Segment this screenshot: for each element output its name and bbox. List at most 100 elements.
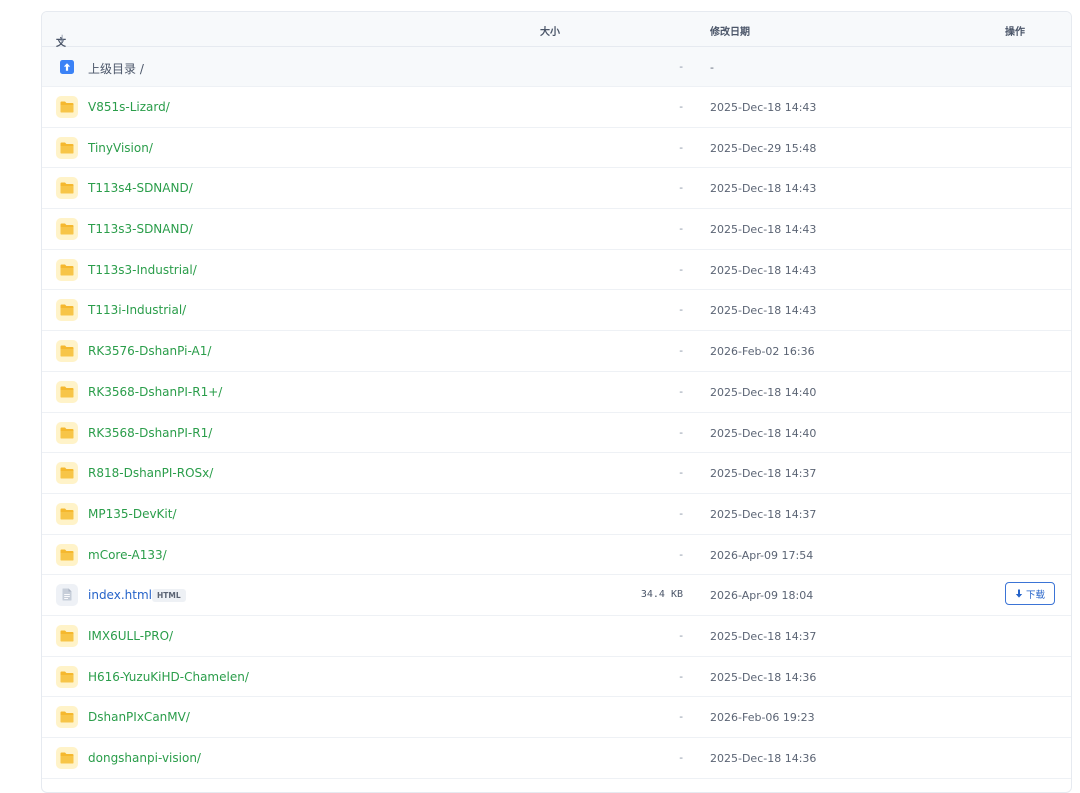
folder-icon [56,502,78,525]
size-cell: - [679,507,683,520]
size-cell: - [679,304,683,317]
size-cell: - [679,345,683,358]
size-cell: - [679,101,683,113]
folder-icon [56,96,78,118]
parent-date: - [710,61,714,74]
folder-icon [56,177,78,200]
parent-directory-row[interactable]: 上级目录 / - - [42,47,1071,87]
size-cell: - [679,223,683,236]
folder-row[interactable]: T113s3-Industrial/ - 2025-Dec-18 14:43 [42,250,1071,291]
folder-icon [56,380,78,403]
file-rows: V851s-Lizard/ - 2025-Dec-18 14:43 TinyVisio… [42,87,1071,779]
folder-row[interactable]: T113s3-SDNAND/ - 2025-Dec-18 14:43 [42,209,1071,250]
folder-icon [56,706,78,729]
folder-row[interactable]: mCore-A133/ - 2026-Apr-09 17:54 [42,535,1071,576]
file-type-badge: HTML [152,589,186,603]
date-cell: 2025-Dec-18 14:36 [710,752,817,765]
size-cell: 34.4 KB [640,589,683,601]
folder-link[interactable]: T113s3-SDNAND/ [88,222,193,236]
column-header-size[interactable]: 大小 [540,23,560,38]
date-cell: 2025-Dec-18 14:40 [710,426,817,440]
date-cell: 2025-Dec-18 14:40 [710,385,817,399]
folder-row[interactable]: RK3568-DshanPI-R1/ - 2025-Dec-18 14:40 [42,413,1071,454]
column-header-modified[interactable]: 修改日期 [710,23,750,38]
folder-icon [56,421,78,444]
folder-link[interactable]: MP135-DevKit/ [88,507,177,521]
date-cell: 2025-Dec-18 14:37 [710,467,817,481]
folder-row[interactable]: RK3576-DshanPi-A1/ - 2026-Feb-02 16:36 [42,331,1071,372]
folder-link[interactable]: TinyVision/ [88,141,153,155]
file-row[interactable]: index.html HTML 34.4 KB 2026-Apr-09 18:04 下载 [42,575,1071,616]
size-cell: - [679,141,683,154]
date-cell: 2025-Dec-18 14:37 [710,629,817,643]
folder-link[interactable]: R818-DshanPI-ROSx/ [88,466,213,480]
folder-row[interactable]: MP135-DevKit/ - 2025-Dec-18 14:37 [42,494,1071,535]
folder-row[interactable]: T113s4-SDNAND/ - 2025-Dec-18 14:43 [42,168,1071,210]
folder-icon [56,136,78,159]
folder-icon [56,340,78,363]
folder-link[interactable]: T113s4-SDNAND/ [88,181,193,195]
folder-icon [56,218,78,241]
folder-row[interactable]: RK3568-DshanPI-R1+/ - 2025-Dec-18 14:40 [42,372,1071,413]
folder-link[interactable]: T113i-Industrial/ [88,303,186,317]
size-cell: - [679,263,683,276]
size-cell: - [679,629,683,642]
folder-row[interactable]: DshanPIxCanMV/ - 2026-Feb-06 19:23 [42,697,1071,738]
folder-icon [56,462,78,485]
date-cell: 2025-Dec-18 14:36 [710,670,817,684]
folder-icon [56,665,78,688]
date-cell: 2025-Dec-29 15:48 [710,141,817,155]
folder-row[interactable]: TinyVision/ - 2025-Dec-29 15:48 [42,128,1071,169]
folder-link[interactable]: IMX6ULL-PRO/ [88,629,173,643]
size-cell: - [679,426,683,439]
folder-link[interactable]: dongshanpi-vision/ [88,751,201,765]
folder-row[interactable]: T113i-Industrial/ - 2025-Dec-18 14:43 [42,290,1071,332]
folder-link[interactable]: mCore-A133/ [88,548,167,562]
date-cell: 2026-Apr-09 17:54 [710,548,814,562]
parent-size: - [679,61,683,73]
folder-link[interactable]: V851s-Lizard/ [88,100,170,114]
folder-link[interactable]: H616-YuzuKiHD-Chamelen/ [88,670,249,684]
arrow-up-icon [56,56,78,78]
download-label: 下载 [1025,589,1045,601]
folder-link[interactable]: RK3568-DshanPI-R1+/ [88,385,222,399]
folder-icon [56,624,78,647]
file-icon [56,584,78,607]
folder-link[interactable]: RK3576-DshanPi-A1/ [88,344,211,358]
folder-link[interactable]: RK3568-DshanPI-R1/ [88,426,212,440]
folder-link[interactable]: T113s3-Industrial/ [88,263,197,277]
size-cell: - [679,670,683,683]
size-cell: - [679,182,683,195]
file-listing-table: 文件名↓ 大小 修改日期 操作 上级目录 / - - V851s-Lizard/… [41,11,1072,793]
date-cell: 2025-Dec-18 14:43 [710,263,817,277]
folder-row[interactable]: dongshanpi-vision/ - 2025-Dec-18 14:36 [42,738,1071,779]
date-cell: 2025-Dec-18 14:43 [710,101,817,114]
folder-icon [56,258,78,281]
date-cell: 2025-Dec-18 14:43 [710,223,817,237]
date-cell: 2026-Feb-06 19:23 [710,711,815,725]
date-cell: 2026-Feb-02 16:36 [710,345,815,359]
sort-arrow-icon: ↓ [58,34,67,45]
folder-row[interactable]: IMX6ULL-PRO/ - 2025-Dec-18 14:37 [42,616,1071,657]
download-icon [1015,589,1023,599]
file-link[interactable]: index.html [88,588,152,602]
download-button[interactable]: 下载 [1005,582,1055,606]
folder-icon [56,299,78,322]
size-cell: - [679,385,683,398]
column-header-action: 操作 [1005,27,1025,38]
date-cell: 2026-Apr-09 18:04 [710,589,814,603]
size-cell: - [679,548,683,561]
folder-row[interactable]: H616-YuzuKiHD-Chamelen/ - 2025-Dec-18 14:3… [42,657,1071,698]
size-cell: - [679,752,683,764]
folder-icon [56,543,78,566]
folder-link[interactable]: DshanPIxCanMV/ [88,710,190,724]
size-cell: - [679,467,683,480]
folder-row[interactable]: V851s-Lizard/ - 2025-Dec-18 14:43 [42,87,1071,128]
date-cell: 2025-Dec-18 14:43 [710,182,817,196]
table-header: 文件名↓ 大小 修改日期 操作 [42,12,1071,79]
size-cell: - [679,711,683,724]
folder-icon [56,747,78,769]
folder-row[interactable]: R818-DshanPI-ROSx/ - 2025-Dec-18 14:37 [42,453,1071,494]
date-cell: 2025-Dec-18 14:43 [710,304,817,318]
parent-directory-link[interactable]: 上级目录 / [88,60,144,77]
